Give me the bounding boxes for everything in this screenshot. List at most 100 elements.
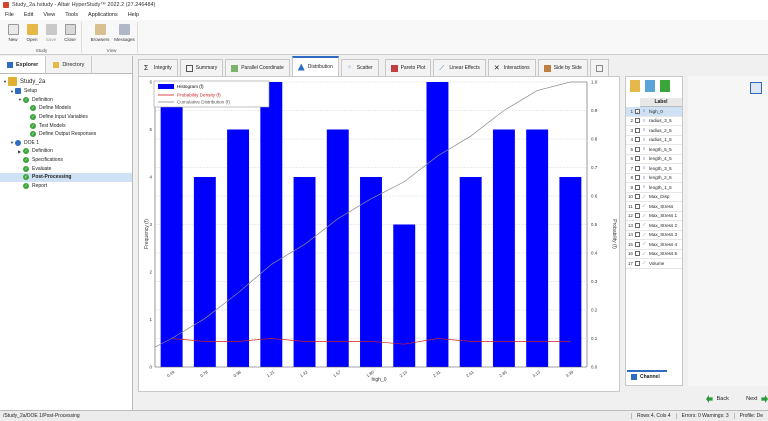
tab-linear-effects[interactable]: ⟋ Linear Effects xyxy=(433,59,486,76)
channel-row[interactable]: 7 ≡ length_3_5 xyxy=(626,164,682,174)
row-checkbox[interactable] xyxy=(635,184,640,190)
tab-pareto-plot[interactable]: Pareto Plot xyxy=(384,59,432,76)
row-label: length_1_5 xyxy=(649,184,672,190)
row-checkbox[interactable] xyxy=(635,213,640,219)
menu-tools[interactable]: Tools xyxy=(60,12,83,18)
open-button[interactable]: Open xyxy=(23,24,41,42)
channel-row[interactable]: 9 ≡ length_1_5 xyxy=(626,183,682,193)
channel-row[interactable]: 11 ⟋ Max_Stress xyxy=(626,202,682,212)
histogram-bar xyxy=(193,177,216,367)
tree-node-define-input-variables[interactable]: ✓ Define Input Variables xyxy=(0,113,132,122)
y-tick-label: 4 xyxy=(149,175,152,180)
output-response-icon: ⟋ xyxy=(642,250,646,256)
distribution-chart[interactable]: 0.00.10.20.30.40.50.60.70.80.91.00123456… xyxy=(139,77,619,391)
row-checkbox[interactable] xyxy=(635,232,640,238)
row-checkbox[interactable] xyxy=(635,137,640,143)
tree-node-post-processing[interactable]: ✓ Post-Processing xyxy=(0,172,132,182)
channel-row[interactable]: 6 ≡ length_4_5 xyxy=(626,155,682,164)
menu-applications[interactable]: Applications xyxy=(83,12,123,18)
tree-node-define-models[interactable]: ✓ Define Models xyxy=(0,104,132,113)
row-checkbox[interactable] xyxy=(635,222,640,228)
tab-distribution[interactable]: Distribution xyxy=(291,56,339,76)
row-label: Max_Stress 4 xyxy=(649,241,678,247)
row-label: length_2_5 xyxy=(649,175,672,181)
menu-help[interactable]: Help xyxy=(123,12,144,18)
channel-row[interactable]: 15 ⟋ Max_Stress 4 xyxy=(626,240,682,250)
tab-scatter[interactable]: ⁘ Scatter xyxy=(340,59,379,76)
channel-row[interactable]: 3 ≡ radius_2_5 xyxy=(626,126,682,136)
study-icon xyxy=(8,77,17,86)
browsers-button[interactable]: Browsers xyxy=(89,24,111,42)
row-checkbox[interactable] xyxy=(635,175,640,181)
row-checkbox[interactable] xyxy=(635,146,640,152)
title-bar: Study_2a.hstudy - Altair HyperStudy™ 202… xyxy=(0,0,768,10)
tab-explorer[interactable]: Explorer xyxy=(0,56,47,73)
channel-row[interactable]: 13 ⟋ Max_Stress 2 xyxy=(626,221,682,231)
check-icon: ✓ xyxy=(30,131,36,138)
data-source-icon[interactable] xyxy=(645,80,655,92)
tree-node-doe-definition[interactable]: ▶ ✓ Definition xyxy=(0,147,132,156)
back-button[interactable]: Back xyxy=(717,396,729,402)
tab-integrity[interactable]: Σ Integrity xyxy=(138,59,178,76)
channel-row[interactable]: 17 ⟋ Volume xyxy=(626,259,682,269)
tree-node-setup[interactable]: ▼ Setup xyxy=(0,87,132,96)
tab-side-by-side[interactable]: Side by Side xyxy=(537,59,588,76)
tab-parallel-coordinate[interactable]: Parallel Coordinate xyxy=(225,59,290,76)
summary-table-icon xyxy=(185,64,193,72)
menu-view[interactable]: View xyxy=(38,12,60,18)
ribbon: New Open Save Close Study Browsers Messa… xyxy=(0,20,768,55)
channel-row[interactable]: 1 ✓ ≡ high_0 xyxy=(626,107,682,117)
channel-row[interactable]: 8 ≡ length_2_5 xyxy=(626,174,682,183)
channel-row[interactable]: 4 ≡ radius_1_5 xyxy=(626,136,682,145)
check-icon: ✓ xyxy=(23,96,29,103)
channel-row[interactable]: 16 ⟋ Max_Stress 5 xyxy=(626,250,682,259)
tree-node-study[interactable]: ▼ Study_2a xyxy=(0,76,132,87)
row-checkbox[interactable] xyxy=(635,165,640,171)
save-button[interactable]: Save xyxy=(42,24,60,42)
linear-effects-icon: ⟋ xyxy=(439,64,445,72)
tab-interactions[interactable]: ✕ Interactions xyxy=(487,59,536,76)
row-checkbox[interactable] xyxy=(635,260,640,266)
menu-file[interactable]: File xyxy=(0,12,19,18)
row-checkbox[interactable] xyxy=(635,127,640,133)
menu-edit[interactable]: Edit xyxy=(19,12,38,18)
messages-button[interactable]: Messages xyxy=(113,24,136,42)
channel-row[interactable]: 2 ≡ radius_3_5 xyxy=(626,117,682,126)
row-checkbox[interactable] xyxy=(635,194,640,200)
new-button[interactable]: New xyxy=(4,24,22,42)
row-checkbox[interactable] xyxy=(635,156,640,162)
y-axis-label: Frequency (f) xyxy=(144,219,150,249)
row-label: radius_1_5 xyxy=(649,137,672,143)
x-tick-label: 3.13 xyxy=(532,369,542,378)
tab-table-view[interactable] xyxy=(589,59,609,76)
next-arrow-icon[interactable] xyxy=(761,395,768,403)
row-checkbox[interactable] xyxy=(635,241,640,247)
row-checkbox[interactable]: ✓ xyxy=(635,108,640,115)
tab-channel[interactable]: Channel xyxy=(627,370,667,382)
tab-summary[interactable]: Summary xyxy=(179,59,224,76)
next-button[interactable]: Next xyxy=(746,396,757,402)
tree-node-definition[interactable]: ▼ ✓ Definition xyxy=(0,96,132,105)
tree-node-doe[interactable]: ▼ DOE 1 xyxy=(0,139,132,148)
chart-type-icon[interactable] xyxy=(630,80,640,92)
back-arrow-icon[interactable] xyxy=(706,395,713,403)
tree-node-test-models[interactable]: ✓ Test Models xyxy=(0,121,132,130)
channel-row[interactable]: 12 ⟋ Max_Stress 1 xyxy=(626,212,682,221)
row-number: 2 xyxy=(630,118,633,124)
filter-icon[interactable] xyxy=(660,80,670,92)
tree-node-specifications[interactable]: ✓ Specifications xyxy=(0,156,132,165)
tree-node-evaluate[interactable]: ✓ Evaluate xyxy=(0,164,132,173)
row-checkbox[interactable] xyxy=(635,118,640,124)
row-checkbox[interactable] xyxy=(635,251,640,257)
row-number: 12 xyxy=(627,213,633,219)
close-button[interactable]: Close xyxy=(61,24,79,42)
panel-toggle-icon[interactable] xyxy=(750,82,762,94)
check-icon: ✓ xyxy=(23,182,29,189)
channel-row[interactable]: 10 ⟋ Max_Disp xyxy=(626,193,682,202)
row-checkbox[interactable] xyxy=(635,203,640,209)
channel-row[interactable]: 5 ≡ length_5_5 xyxy=(626,145,682,155)
tab-directory[interactable]: Directory xyxy=(46,56,93,73)
channel-row[interactable]: 14 ⟋ Max_Stress 3 xyxy=(626,231,682,240)
tree-node-define-output-responses[interactable]: ✓ Define Output Responses xyxy=(0,130,132,139)
tree-node-report[interactable]: ✓ Report xyxy=(0,182,132,191)
